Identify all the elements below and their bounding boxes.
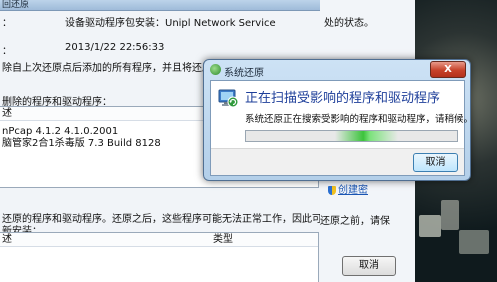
create-password-link[interactable]: 创建密 [338,185,368,196]
shield-icon [328,185,336,195]
background-window-title: 回还原 [2,0,30,10]
system-restore-icon [210,64,221,75]
background-cancel-button[interactable]: 取消 [342,256,396,276]
restored-programs-list[interactable]: 述 类型 [0,232,319,282]
description-value: 设备驱动程序包安装：Unipl Network Service [65,18,276,29]
dialog-footer: 取消 [211,148,464,175]
restored-programs-text-line1: 还原的程序和驱动程序。还原之后，这些程序可能无法正常工作，因此可能需 [2,214,330,225]
system-restore-large-icon [218,89,239,108]
dialog-description: 系统还原正在搜索受影响的程序和驱动程序，请稍候。 [245,114,474,125]
before-restore-text: 还原之前，请保 [320,216,390,227]
list-item-text: 脑管家2合1杀毒版 7.3 Build 8128 [2,138,161,149]
cancel-button[interactable]: 取消 [413,153,458,172]
description-label: ： [2,18,12,29]
dialog-title: 系统还原 [224,68,264,79]
list-item-text: nPcap 4.1.2 4.1.0.2001 [2,126,119,137]
deleted-list-header-description: 述 [2,108,12,119]
status-text: 处的状态。 [324,18,374,29]
pixelated-blur [459,230,489,254]
close-button[interactable]: X [430,61,466,78]
scan-progress-bar [245,130,458,142]
create-password-link-wrap[interactable]: 创建密 [328,181,368,196]
pixelated-blur [419,215,441,237]
background-title-bar: 回还原 [0,0,329,11]
progress-marquee [334,131,398,141]
system-restore-dialog: 系统还原 X 正在扫描受影响的程序和驱动程序 系统还原正在搜索受影响的程序和驱动… [203,59,473,181]
restored-list-header[interactable]: 述 类型 [0,233,318,247]
dialog-content: 正在扫描受影响的程序和驱动程序 系统还原正在搜索受影响的程序和驱动程序，请稍候。… [210,80,473,176]
dialog-heading: 正在扫描受影响的程序和驱动程序 [245,91,441,106]
restored-list-header-type: 类型 [213,234,233,245]
date-label: ： [2,46,12,57]
pixelated-blur [441,200,459,230]
restored-list-header-description: 述 [2,234,12,245]
date-value: 2013/1/22 22:56:33 [65,42,165,53]
restore-info-text: 除自上次还原点后添加的所有程序，并且将还原已删 [2,63,232,74]
